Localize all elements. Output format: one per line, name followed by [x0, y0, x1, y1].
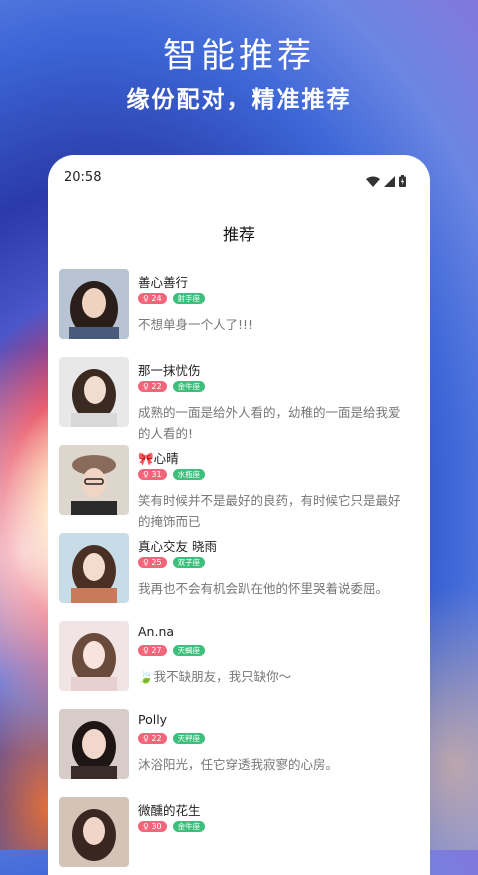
- list-item[interactable]: 真心交友 晓雨 ♀ 25 双子座 我再也不会有机会趴在他的怀里哭着说委屈。: [48, 533, 430, 621]
- list-item[interactable]: 🎀心晴 ♀ 31 水瓶座 笑有时候并不是最好的良药，有时候它只是最好的掩饰而已: [48, 445, 430, 533]
- zodiac-badge: 金牛座: [172, 381, 206, 392]
- list-item[interactable]: Polly ♀ 22 天秤座 沐浴阳光，任它穿透我寂寥的心房。: [48, 709, 430, 797]
- zodiac-badge: 水瓶座: [172, 469, 206, 480]
- user-name: Polly: [138, 712, 168, 727]
- user-bio: 沐浴阳光，任它穿透我寂寥的心房。: [138, 757, 339, 772]
- user-bio: 我再也不会有机会趴在他的怀里哭着说委屈。: [138, 581, 389, 596]
- avatar[interactable]: [59, 621, 129, 691]
- badges: ♀ 24 射手座: [138, 293, 206, 304]
- zodiac-badge: 双子座: [172, 557, 206, 568]
- list-item[interactable]: 那一抹忧伤 ♀ 22 金牛座 成熟的一面是给外人看的，幼稚的一面是给我爱的人看的…: [48, 357, 430, 445]
- status-icons: [366, 172, 406, 191]
- hero-title: 智能推荐: [163, 36, 315, 76]
- wifi-icon: [366, 172, 380, 191]
- badges: ♀ 31 水瓶座: [138, 469, 206, 480]
- zodiac-badge: 天蝎座: [172, 645, 206, 656]
- user-name: 那一抹忧伤: [138, 363, 201, 378]
- badges: ♀ 30 金牛座: [138, 821, 206, 832]
- signal-icon: [384, 172, 395, 191]
- age-badge: ♀ 27: [138, 645, 167, 656]
- hero-subtitle: 缘份配对，精准推荐: [126, 87, 352, 113]
- user-bio: 笑有时候并不是最好的良药，有时候它只是最好的掩饰而已: [138, 493, 401, 529]
- recommend-list: 善心善行 ♀ 24 射手座 不想单身一个人了!!! 那一抹忧伤 ♀ 22 金牛座…: [48, 269, 430, 875]
- badges: ♀ 22 金牛座: [138, 381, 206, 392]
- battery-icon: [399, 172, 406, 191]
- zodiac-badge: 金牛座: [172, 821, 206, 832]
- user-bio: 不想单身一个人了!!!: [138, 317, 254, 332]
- age-badge: ♀ 22: [138, 381, 167, 392]
- list-item[interactable]: An.na ♀ 27 天蝎座 🍃我不缺朋友，我只缺你～: [48, 621, 430, 709]
- age-badge: ♀ 22: [138, 733, 167, 744]
- phone-screen: 20:58 推荐 善心善行 ♀ 24 射手座 不想单身一个人了!!! 那一抹忧伤…: [48, 155, 430, 875]
- status-bar: 20:58: [48, 155, 430, 201]
- avatar[interactable]: [59, 533, 129, 603]
- zodiac-badge: 天秤座: [172, 733, 206, 744]
- age-badge: ♀ 24: [138, 293, 167, 304]
- user-name: An.na: [138, 624, 175, 639]
- status-time: 20:58: [64, 170, 102, 185]
- age-badge: ♀ 25: [138, 557, 167, 568]
- avatar[interactable]: [59, 445, 129, 515]
- avatar[interactable]: [59, 709, 129, 779]
- age-badge: ♀ 31: [138, 469, 167, 480]
- badges: ♀ 27 天蝎座: [138, 645, 206, 656]
- avatar[interactable]: [59, 357, 129, 427]
- user-name: 善心善行: [138, 275, 189, 290]
- user-name: 微醺的花生: [138, 803, 201, 818]
- user-name: 真心交友 晓雨: [138, 539, 217, 554]
- user-bio: 成熟的一面是给外人看的，幼稚的一面是给我爱的人看的!: [138, 405, 401, 441]
- badges: ♀ 25 双子座: [138, 557, 206, 568]
- user-name: 🎀心晴: [138, 451, 179, 466]
- page-title: 推荐: [222, 225, 255, 244]
- zodiac-badge: 射手座: [172, 293, 206, 304]
- avatar[interactable]: [59, 269, 129, 339]
- age-badge: ♀ 30: [138, 821, 167, 832]
- user-bio: 🍃我不缺朋友，我只缺你～: [138, 669, 292, 684]
- list-item[interactable]: 微醺的花生 ♀ 30 金牛座: [48, 797, 430, 875]
- badges: ♀ 22 天秤座: [138, 733, 206, 744]
- avatar[interactable]: [59, 797, 129, 867]
- list-item[interactable]: 善心善行 ♀ 24 射手座 不想单身一个人了!!!: [48, 269, 430, 357]
